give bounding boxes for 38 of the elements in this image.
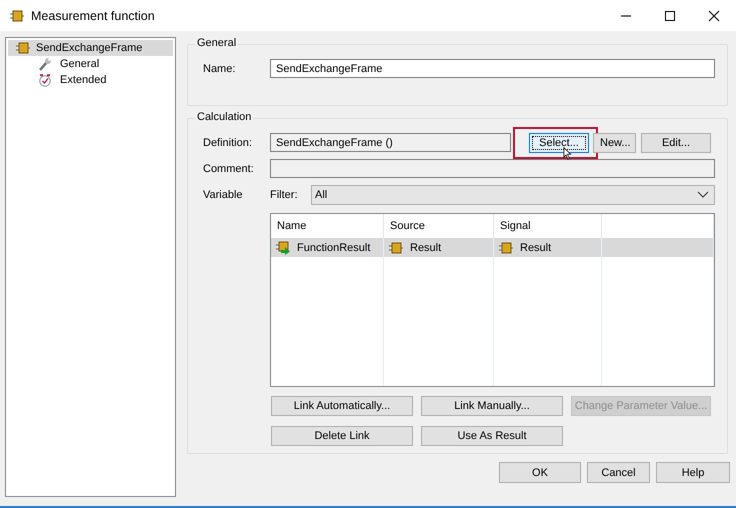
- dialog-button[interactable]: Link Automatically...: [271, 396, 413, 416]
- function-icon: [389, 240, 403, 254]
- table-row[interactable]: FunctionResult Result Result: [271, 238, 714, 257]
- group-title: General: [195, 37, 238, 49]
- dialog-button[interactable]: Cancel: [587, 462, 650, 483]
- chevron-down-icon: [697, 190, 709, 198]
- field-label: Filter:: [270, 188, 298, 200]
- dialog-button[interactable]: Help: [656, 462, 730, 483]
- filter-dropdown[interactable]: All: [311, 184, 715, 204]
- table-cell: Result: [520, 242, 552, 254]
- name-field[interactable]: SendExchangeFrame: [270, 59, 715, 78]
- dialog-button[interactable]: New...: [593, 132, 636, 152]
- field-label: Name:: [203, 62, 236, 74]
- tree-item[interactable]: General: [8, 56, 173, 72]
- field-label: Variable: [203, 188, 244, 200]
- cursor-icon: [563, 146, 572, 160]
- table-cell: Result: [410, 242, 442, 254]
- function-arrow-icon: [276, 240, 290, 254]
- dialog-button[interactable]: Use As Result: [421, 426, 563, 446]
- dialog-button[interactable]: Edit...: [641, 132, 711, 152]
- field-label: Comment:: [203, 162, 255, 174]
- definition-field[interactable]: SendExchangeFrame (): [270, 133, 511, 152]
- function-icon: [16, 41, 30, 55]
- tree-item[interactable]: SendExchangeFrame: [8, 40, 173, 56]
- field-label: Definition:: [203, 136, 253, 148]
- dialog-button[interactable]: Link Manually...: [421, 396, 563, 416]
- window-title: Measurement function: [31, 8, 155, 22]
- wrench-icon: [38, 57, 52, 71]
- dialog-button[interactable]: OK: [499, 462, 581, 483]
- tree-item[interactable]: Extended: [8, 72, 173, 88]
- comment-field[interactable]: [270, 159, 715, 178]
- function-icon: [499, 240, 513, 254]
- stopwatch-icon: [38, 73, 52, 87]
- group-title: Calculation: [195, 111, 254, 123]
- function-icon: [10, 8, 24, 22]
- table-cell: FunctionResult: [297, 242, 370, 254]
- dialog-button[interactable]: Delete Link: [271, 426, 413, 446]
- dialog-button[interactable]: Select...: [529, 132, 589, 152]
